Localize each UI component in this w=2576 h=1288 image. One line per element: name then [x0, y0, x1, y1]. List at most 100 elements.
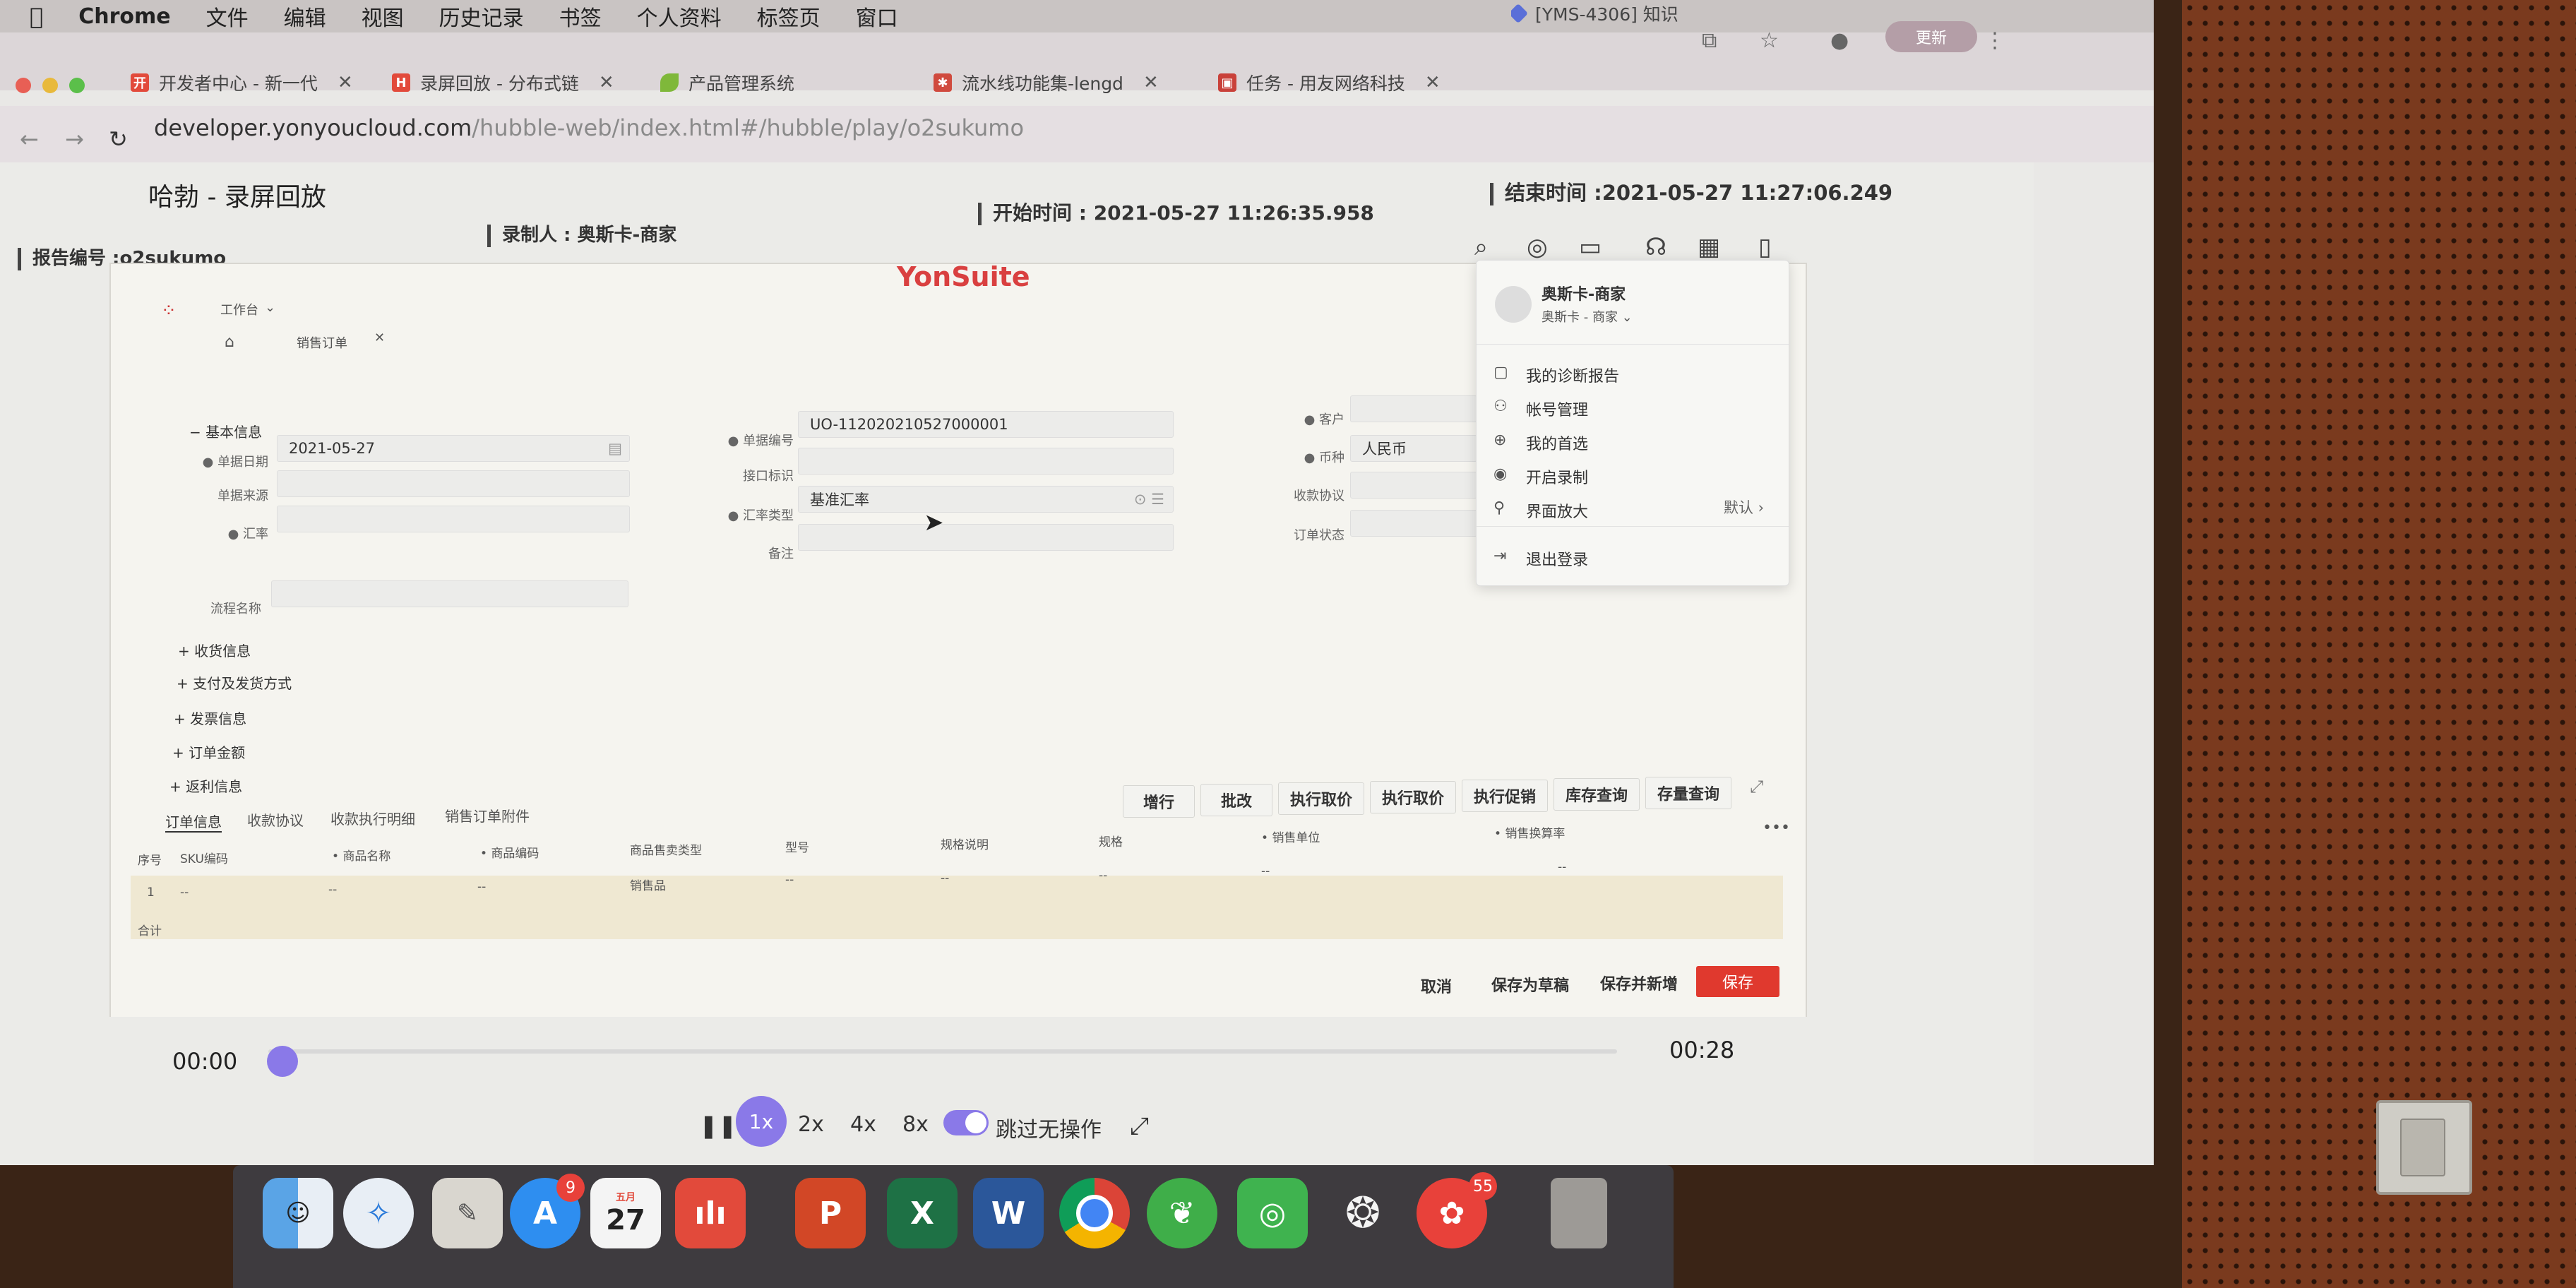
save-draft-button[interactable]: 保存为草稿: [1491, 973, 1569, 996]
stock-query-button[interactable]: 存量查询: [1645, 777, 1731, 809]
menu-zoom[interactable]: 界面放大: [1526, 499, 1588, 522]
pause-icon[interactable]: ❚❚: [699, 1112, 737, 1139]
finder-icon[interactable]: ☺: [263, 1178, 333, 1248]
word-icon[interactable]: W: [973, 1178, 1044, 1248]
subtab-agreement[interactable]: 收款协议: [247, 809, 304, 830]
browser-tab-product-management[interactable]: 产品管理系统: [660, 68, 900, 97]
calendar-icon[interactable]: ▤: [608, 440, 622, 457]
profile-icon[interactable]: ●: [1830, 28, 1849, 53]
progress-track[interactable]: [268, 1049, 1617, 1054]
menu-profile[interactable]: 个人资料: [637, 1, 722, 32]
remark-field[interactable]: [798, 524, 1174, 551]
speed-2x-button[interactable]: 2x: [798, 1112, 824, 1137]
menu-tabs[interactable]: 标签页: [757, 1, 821, 32]
menu-history[interactable]: 历史记录: [439, 1, 524, 32]
menu-preferences[interactable]: 我的首选: [1526, 431, 1588, 454]
order-status-field[interactable]: [1350, 510, 1477, 537]
subtab-order-info[interactable]: 订单信息: [165, 811, 222, 833]
menu-edit[interactable]: 编辑: [284, 1, 326, 32]
doc-date-field[interactable]: 2021-05-27 ▤: [277, 435, 630, 462]
service-icon[interactable]: ☊: [1645, 233, 1666, 261]
browser-tab-task[interactable]: ▣ 任务 - 用友网络科技 ✕: [1218, 68, 1472, 97]
menubar-app-name[interactable]: Chrome: [78, 4, 170, 29]
subtab-attachments[interactable]: 销售订单附件: [445, 805, 530, 825]
calendar-icon[interactable]: 五月 27: [590, 1178, 661, 1248]
section-payment[interactable]: + 支付及发货方式: [177, 672, 292, 693]
fullscreen-icon[interactable]: ⤢: [1130, 1112, 1149, 1140]
back-icon[interactable]: ←: [20, 126, 39, 153]
forward-icon[interactable]: →: [65, 126, 84, 153]
promotion-button[interactable]: 执行促销: [1462, 780, 1548, 812]
menu-logout[interactable]: 退出登录: [1526, 547, 1588, 570]
zoom-value[interactable]: 默认 ›: [1724, 496, 1764, 518]
search-icon[interactable]: ⌕: [1474, 233, 1488, 261]
doc-source-field[interactable]: [277, 470, 630, 497]
bookmark-star-icon[interactable]: ☆: [1760, 28, 1779, 53]
more-columns-icon[interactable]: •••: [1763, 819, 1790, 837]
fetch-price-button-2[interactable]: 执行取价: [1370, 781, 1456, 813]
update-button[interactable]: 更新: [1885, 21, 1977, 52]
browser-tab-yms[interactable]: [YMS-4306] 知识: [1511, 0, 1709, 28]
close-tab-icon[interactable]: ✕: [338, 72, 353, 93]
add-row-button[interactable]: 增行: [1123, 785, 1195, 818]
close-tab-icon[interactable]: ✕: [1425, 72, 1441, 93]
section-invoice[interactable]: + 发票信息: [174, 708, 246, 728]
home-icon[interactable]: ⌂: [225, 333, 234, 351]
excel-icon[interactable]: X: [887, 1178, 958, 1248]
section-amount[interactable]: + 订单金额: [172, 741, 245, 762]
powerpoint-icon[interactable]: P: [795, 1178, 866, 1248]
menu-window[interactable]: 窗口: [856, 1, 898, 32]
menu-bookmarks[interactable]: 书签: [559, 1, 602, 32]
apple-icon[interactable]: : [30, 3, 43, 30]
skip-idle-toggle[interactable]: [943, 1110, 989, 1135]
address-bar[interactable]: developer.yonyoucloud.com/hubble-web/ind…: [154, 114, 1024, 141]
menu-diagnostic-report[interactable]: 我的诊断报告: [1526, 364, 1619, 386]
chevron-down-icon[interactable]: ⌄: [265, 300, 275, 315]
section-basic-info[interactable]: − 基本信息: [189, 421, 262, 441]
speed-8x-button[interactable]: 8x: [902, 1112, 929, 1137]
progress-knob[interactable]: [267, 1046, 298, 1077]
workspace-label[interactable]: 工作台: [220, 300, 258, 318]
calendar-icon[interactable]: ▦: [1698, 233, 1720, 261]
cancel-button[interactable]: 取消: [1421, 974, 1452, 997]
close-tab-icon[interactable]: ✕: [1143, 72, 1159, 93]
trash-icon[interactable]: [1551, 1178, 1607, 1248]
browser-tab-pipeline[interactable]: ✱ 流水线功能集-lengd ✕: [934, 68, 1188, 97]
help-icon[interactable]: ◎: [1527, 233, 1548, 261]
user-org-switch[interactable]: 奥斯卡 - 商家 ⌄: [1542, 307, 1633, 326]
chrome-icon[interactable]: [1059, 1178, 1130, 1248]
zoom-window-button[interactable]: [69, 78, 85, 93]
process-field[interactable]: [271, 580, 628, 607]
message-icon[interactable]: ▭: [1579, 233, 1602, 261]
agreement-field[interactable]: [1350, 472, 1477, 499]
menu-start-recording[interactable]: 开启录制: [1526, 465, 1588, 488]
section-receiving[interactable]: + 收货信息: [178, 640, 251, 660]
more-menu-icon[interactable]: ⋮: [1984, 28, 2005, 53]
customer-field[interactable]: [1350, 395, 1477, 422]
expand-icon[interactable]: ⤢: [1750, 777, 1763, 797]
reload-icon[interactable]: ↻: [109, 126, 128, 153]
menu-account[interactable]: 帐号管理: [1526, 398, 1588, 420]
save-button[interactable]: 保存: [1696, 966, 1779, 997]
evernote-icon[interactable]: ❦: [1147, 1178, 1217, 1248]
wechat-icon[interactable]: ◎: [1237, 1178, 1308, 1248]
rate-type-field[interactable]: 基准汇率 ⊙ ☰: [798, 486, 1174, 513]
speed-1x-button[interactable]: 1x: [736, 1096, 787, 1147]
table-row[interactable]: [131, 876, 1783, 939]
close-tab-icon[interactable]: ✕: [374, 330, 385, 345]
rate-field[interactable]: [277, 506, 630, 532]
interface-field[interactable]: [798, 448, 1174, 475]
close-tab-icon[interactable]: ✕: [599, 72, 614, 93]
batch-edit-button[interactable]: 批改: [1200, 784, 1272, 816]
close-window-button[interactable]: [16, 78, 31, 93]
list-icon[interactable]: ⊙ ☰: [1134, 491, 1164, 508]
notes-icon[interactable]: ✎: [432, 1178, 503, 1248]
apps-grid-icon[interactable]: ⁘: [161, 300, 177, 321]
section-rebate[interactable]: + 返利信息: [169, 775, 242, 796]
user-avatar-icon[interactable]: ▯: [1758, 233, 1772, 261]
tab-sales-order[interactable]: 销售订单: [297, 333, 347, 352]
minimize-window-button[interactable]: [42, 78, 58, 93]
speed-4x-button[interactable]: 4x: [850, 1112, 876, 1137]
menu-file[interactable]: 文件: [206, 1, 249, 32]
translate-icon[interactable]: ⧉: [1702, 28, 1717, 53]
